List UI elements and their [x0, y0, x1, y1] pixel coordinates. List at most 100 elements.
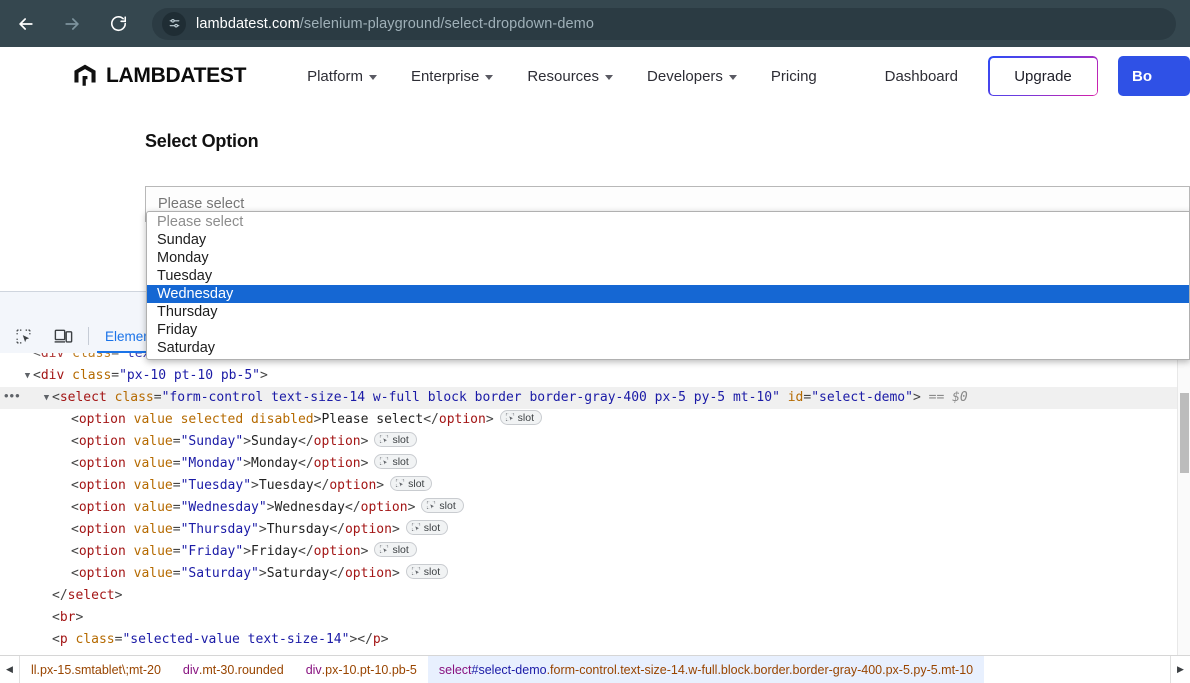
nav-item-resources[interactable]: Resources	[510, 68, 630, 85]
code-token: <	[71, 434, 79, 449]
code-token: "px-10 pt-10 pb-5"	[119, 368, 260, 383]
nav-item-pricing[interactable]: Pricing	[754, 68, 834, 85]
dom-node-row[interactable]: <option value="Monday">Monday</option>sl…	[0, 453, 1190, 475]
url-path: /selenium-playground/select-dropdown-dem…	[300, 16, 594, 32]
dom-node-row[interactable]: <br>	[0, 607, 1190, 629]
select-options-popup[interactable]: Please selectSundayMondayTuesdayWednesda…	[146, 211, 1190, 360]
dom-node-row[interactable]: <option value="Saturday">Saturday</optio…	[0, 563, 1190, 585]
slot-badge[interactable]: slot	[406, 520, 448, 535]
breadcrumb-item[interactable]: select#select-demo.form-control.text-siz…	[428, 656, 984, 683]
upgrade-button[interactable]: Upgrade	[988, 56, 1098, 96]
nav-item-platform[interactable]: Platform	[290, 68, 394, 85]
code-token: div	[41, 368, 64, 383]
slot-icon	[379, 456, 389, 465]
code-token: </	[329, 522, 345, 537]
dashboard-link[interactable]: Dashboard	[885, 68, 988, 85]
slot-badge[interactable]: slot	[374, 542, 416, 557]
dom-tree-scrollbar[interactable]	[1177, 353, 1190, 655]
code-token: select	[68, 588, 115, 603]
breadcrumb-scroll-left[interactable]: ◀	[0, 656, 20, 683]
breadcrumb-item[interactable]: div.px-10.pt-10.pb-5	[295, 656, 428, 683]
slot-badge[interactable]: slot	[374, 432, 416, 447]
forward-button[interactable]	[52, 4, 92, 44]
dropdown-option[interactable]: Saturday	[147, 339, 1189, 357]
code-token: >	[115, 588, 123, 603]
page-title: Select Option	[145, 105, 1190, 152]
code-token: == $0	[921, 390, 968, 405]
header-actions: Dashboard Upgrade Bo	[885, 47, 1190, 105]
code-token: <	[52, 632, 60, 647]
arrow-right-icon	[62, 14, 82, 34]
code-token: <	[71, 544, 79, 559]
scrollbar-thumb[interactable]	[1180, 393, 1189, 473]
code-token: </	[329, 566, 345, 581]
breadcrumb-item[interactable]: div.mt-30.rounded	[172, 656, 295, 683]
dom-node-row[interactable]: </select>	[0, 585, 1190, 607]
upgrade-label: Upgrade	[1014, 68, 1072, 85]
code-token: option	[361, 500, 408, 515]
code-token: "Wednesday"	[181, 500, 267, 515]
slot-badge[interactable]: slot	[500, 410, 542, 425]
nav-item-developers[interactable]: Developers	[630, 68, 754, 85]
site-header: LAMBDATEST Platform Enterprise Resources…	[0, 47, 1190, 105]
dom-node-row[interactable]: <option value selected disabled>Please s…	[0, 409, 1190, 431]
dom-node-row[interactable]: •••▼<select class="form-control text-siz…	[0, 387, 1190, 409]
slot-badge[interactable]: slot	[421, 498, 463, 513]
slot-badge[interactable]: slot	[406, 564, 448, 579]
chevron-down-icon	[369, 75, 377, 80]
address-bar[interactable]: lambdatest.com/selenium-playground/selec…	[152, 8, 1176, 40]
expand-triangle-icon[interactable]: ▼	[41, 387, 52, 409]
node-menu-icon[interactable]: •••	[4, 391, 26, 406]
code-token: =	[173, 500, 181, 515]
code-token: value	[126, 434, 173, 449]
lambdatest-logo[interactable]: LAMBDATEST	[72, 63, 246, 89]
lambdatest-logo-icon	[72, 63, 98, 89]
dropdown-option[interactable]: Tuesday	[147, 267, 1189, 285]
dom-node-row[interactable]: ▼<div class="px-10 pt-10 pb-5">	[0, 365, 1190, 387]
code-token: <	[71, 478, 79, 493]
code-token: value selected disabled	[126, 412, 314, 427]
slot-badge[interactable]: slot	[374, 454, 416, 469]
book-demo-button[interactable]: Bo	[1118, 56, 1190, 96]
dom-node-row[interactable]: <option value="Thursday">Thursday</optio…	[0, 519, 1190, 541]
dropdown-option[interactable]: Monday	[147, 249, 1189, 267]
code-token: option	[314, 544, 361, 559]
code-token: >	[392, 522, 400, 537]
dropdown-option[interactable]: Friday	[147, 321, 1189, 339]
code-token: <	[33, 368, 41, 383]
code-token: >	[259, 566, 267, 581]
breadcrumb-item[interactable]: ll.px-15.smtablet\;mt-20	[20, 656, 172, 683]
code-token: option	[345, 522, 392, 537]
code-token: =	[173, 522, 181, 537]
dom-node-row[interactable]: <option value="Wednesday">Wednesday</opt…	[0, 497, 1190, 519]
nav-label: Platform	[307, 68, 363, 85]
dropdown-option[interactable]: Please select	[147, 213, 1189, 231]
dom-node-row[interactable]: <p class="selected-value text-size-14"><…	[0, 629, 1190, 651]
code-token: option	[329, 478, 376, 493]
device-toolbar-button[interactable]	[46, 322, 80, 350]
dom-tree[interactable]: <div class="text-size-18 font-semibold p…	[0, 353, 1190, 655]
code-token: option	[79, 566, 126, 581]
slot-icon	[379, 544, 389, 553]
dropdown-option[interactable]: Wednesday	[147, 285, 1189, 303]
back-button[interactable]	[6, 4, 46, 44]
breadcrumb-scroll-right[interactable]: ▶	[1170, 656, 1190, 683]
code-token: p	[373, 632, 381, 647]
inspect-element-button[interactable]	[6, 322, 40, 350]
slot-badge[interactable]: slot	[390, 476, 432, 491]
dropdown-option[interactable]: Thursday	[147, 303, 1189, 321]
dom-node-row[interactable]: <option value="Tuesday">Tuesday</option>…	[0, 475, 1190, 497]
code-token: "Friday"	[181, 544, 244, 559]
breadcrumb: ◀ ll.px-15.smtablet\;mt-20div.mt-30.roun…	[0, 655, 1190, 683]
expand-triangle-icon[interactable]: ▼	[22, 365, 33, 387]
reload-button[interactable]	[98, 4, 138, 44]
dom-node-row[interactable]: <option value="Friday">Friday</option>sl…	[0, 541, 1190, 563]
site-settings-button[interactable]	[162, 12, 186, 36]
main-nav: Platform Enterprise Resources Developers…	[290, 68, 834, 85]
nav-item-enterprise[interactable]: Enterprise	[394, 68, 510, 85]
dropdown-option[interactable]: Sunday	[147, 231, 1189, 249]
code-token: </	[298, 434, 314, 449]
code-token: Please select	[321, 412, 423, 427]
code-token: >	[486, 412, 494, 427]
dom-node-row[interactable]: <option value="Sunday">Sunday</option>sl…	[0, 431, 1190, 453]
